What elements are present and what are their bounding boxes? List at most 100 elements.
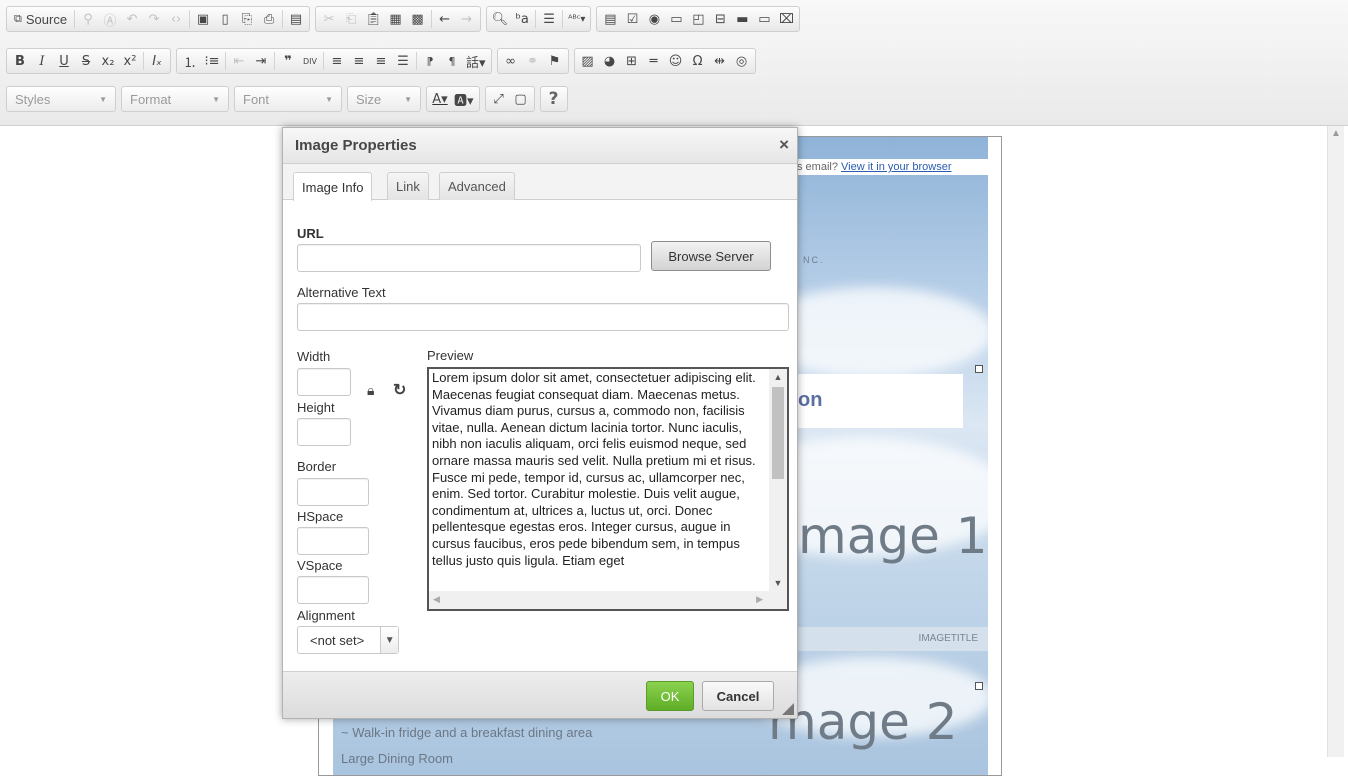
text-color-icon[interactable]: A▾ (429, 88, 451, 110)
preview-vertical-scrollbar[interactable]: ▲ ▼ (769, 369, 787, 591)
background-color-icon[interactable]: 🅰︎▾ (451, 88, 477, 110)
image-button-icon[interactable]: ▭ (753, 8, 775, 30)
border-input[interactable] (297, 478, 369, 506)
textarea-icon[interactable]: ◰ (687, 8, 709, 30)
paste-word-icon[interactable]: ▩ (407, 8, 429, 30)
replace-icon[interactable]: Ⓐ (99, 8, 121, 30)
code-icon[interactable]: ‹› (165, 8, 187, 30)
hidden-field-icon[interactable]: ⌧ (775, 8, 797, 30)
undo-arrow-icon[interactable]: ← (434, 8, 456, 30)
lock-icon[interactable]: 🔒︎ (367, 382, 374, 399)
scroll-thumb[interactable] (772, 387, 784, 479)
align-center-icon[interactable]: ≡ (348, 50, 370, 72)
underline-icon[interactable]: U (53, 50, 75, 72)
scroll-right-icon[interactable]: ▶ (756, 594, 763, 605)
superscript-icon[interactable]: x² (119, 50, 141, 72)
width-input[interactable] (297, 368, 351, 396)
resize-grip-icon[interactable] (782, 703, 794, 715)
bold-icon[interactable]: B (9, 50, 31, 72)
tab-advanced[interactable]: Advanced (439, 172, 515, 200)
view-in-browser-link[interactable]: View it in your browser (841, 161, 951, 173)
ok-button[interactable]: OK (646, 681, 694, 711)
styles-combo[interactable]: Styles ▼ (6, 86, 116, 112)
align-right-icon[interactable]: ≡ (370, 50, 392, 72)
vspace-input[interactable] (297, 576, 369, 604)
font-combo[interactable]: Font ▼ (234, 86, 342, 112)
cut-icon[interactable]: ✂ (318, 8, 340, 30)
checkbox-icon[interactable]: ☑ (621, 8, 643, 30)
div-icon[interactable]: DIV (299, 50, 321, 72)
help-button[interactable]: ? (543, 88, 565, 110)
preview-horizontal-scrollbar[interactable]: ◀ ▶ (429, 591, 787, 609)
maximize-icon[interactable]: ⤢ (488, 88, 510, 110)
chevron-down-icon[interactable]: ▼ (380, 627, 398, 653)
special-char-icon[interactable]: Ω (687, 50, 709, 72)
horizontal-rule-icon[interactable]: ═ (643, 50, 665, 72)
paste-text-icon[interactable]: ▦ (385, 8, 407, 30)
indent-icon[interactable]: ⇥ (250, 50, 272, 72)
close-icon[interactable]: × (779, 135, 789, 155)
url-input[interactable] (297, 244, 641, 272)
remove-format-icon[interactable]: Iₓ (146, 50, 168, 72)
page-scrollbar[interactable]: ▲ (1327, 126, 1344, 757)
preview-pane[interactable]: Lorem ipsum dolor sit amet, consectetuer… (427, 367, 789, 611)
link-icon[interactable]: ∞ (500, 50, 522, 72)
rtl-icon[interactable]: ¶ (441, 50, 463, 72)
height-input[interactable] (297, 418, 351, 446)
paste-icon[interactable]: 📋︎ (362, 8, 385, 30)
button-icon[interactable]: ▬ (731, 8, 753, 30)
hspace-input[interactable] (297, 527, 369, 555)
blockquote-icon[interactable]: ❞ (277, 50, 299, 72)
unlink-icon[interactable]: ⚭ (522, 50, 544, 72)
page-break-icon[interactable]: ⇹ (709, 50, 731, 72)
alignment-select[interactable]: <not set> ▼ (297, 626, 399, 654)
save-icon[interactable]: ▣ (192, 8, 214, 30)
italic-icon[interactable]: I (31, 50, 53, 72)
browse-server-button[interactable]: Browse Server (651, 241, 771, 271)
size-combo[interactable]: Size ▼ (347, 86, 421, 112)
undo-icon[interactable]: ↶ (121, 8, 143, 30)
subscript-icon[interactable]: x₂ (97, 50, 119, 72)
bulleted-list-icon[interactable]: ⁝≡ (201, 50, 223, 72)
language-icon[interactable]: 話▾ (463, 50, 489, 72)
scroll-left-icon[interactable]: ◀ (433, 594, 440, 605)
radio-icon[interactable]: ◉ (643, 8, 665, 30)
source-button[interactable]: ⧉ Source (9, 8, 72, 30)
search-icon[interactable]: 🔍︎ (489, 8, 512, 30)
tab-link[interactable]: Link (387, 172, 429, 200)
resize-handle[interactable] (975, 365, 983, 373)
align-left-icon[interactable]: ≡ (326, 50, 348, 72)
print-icon[interactable]: ⎙ (258, 8, 280, 30)
outdent-icon[interactable]: ⇤ (228, 50, 250, 72)
scroll-up-icon[interactable]: ▲ (1328, 128, 1344, 139)
select-icon[interactable]: ⊟ (709, 8, 731, 30)
align-justify-icon[interactable]: ☰ (392, 50, 414, 72)
table-icon[interactable]: ⊞ (621, 50, 643, 72)
templates-icon[interactable]: ▤ (285, 8, 307, 30)
alt-text-input[interactable] (297, 303, 789, 331)
textfield-icon[interactable]: ▭ (665, 8, 687, 30)
image-icon[interactable]: ▨ (577, 50, 599, 72)
strike-icon[interactable]: S (75, 50, 97, 72)
smiley-icon[interactable]: ☺ (665, 50, 687, 72)
scroll-down-icon[interactable]: ▼ (769, 578, 787, 588)
spellcheck-icon[interactable]: ᴬᴮᶜ▾ (565, 8, 588, 30)
copy-icon[interactable]: ⎗ (340, 8, 362, 30)
flash-icon[interactable]: ◕ (599, 50, 621, 72)
anchor-icon[interactable]: ⚑ (544, 50, 566, 72)
reset-size-icon[interactable]: ↻ (393, 380, 406, 400)
preview-icon[interactable]: ⎘ (236, 8, 258, 30)
cancel-button[interactable]: Cancel (702, 681, 774, 711)
numbered-list-icon[interactable]: ⒈ (179, 50, 201, 72)
find-replace-icon[interactable]: ᵇa (511, 8, 533, 30)
resize-handle[interactable] (975, 682, 983, 690)
form-icon[interactable]: ▤ (599, 8, 621, 30)
select-all-icon[interactable]: ☰ (538, 8, 560, 30)
ltr-icon[interactable]: ⁋ (419, 50, 441, 72)
redo-icon[interactable]: ↷ (143, 8, 165, 30)
scroll-up-icon[interactable]: ▲ (769, 372, 787, 382)
show-blocks-icon[interactable]: ▢ (510, 88, 532, 110)
tab-image-info[interactable]: Image Info (293, 172, 373, 201)
iframe-icon[interactable]: ◎ (731, 50, 753, 72)
format-combo[interactable]: Format ▼ (121, 86, 229, 112)
